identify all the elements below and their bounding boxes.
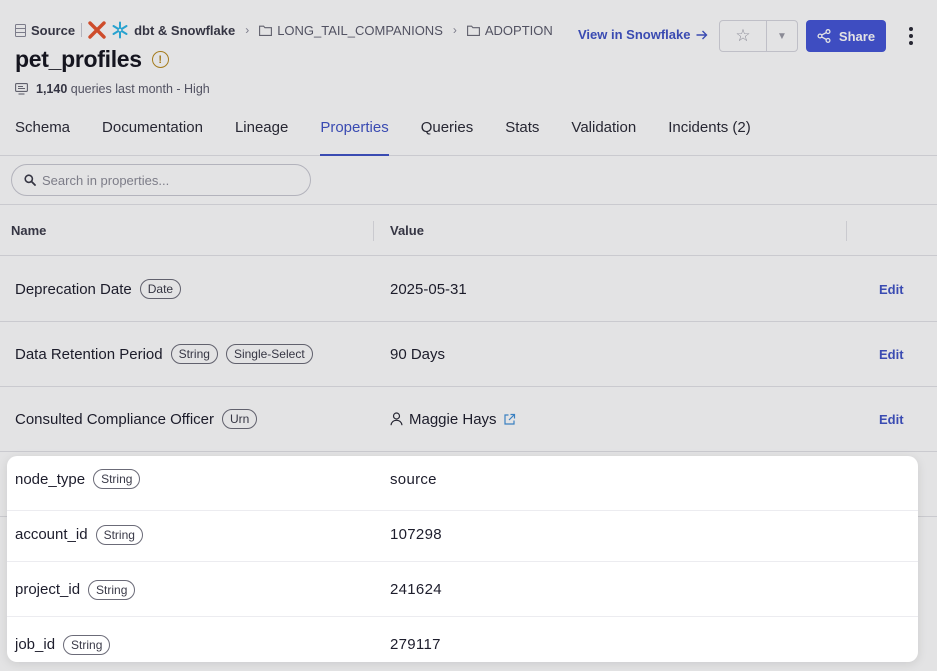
breadcrumb-schema-label: ADOPTION <box>484 22 553 38</box>
external-link-icon[interactable] <box>503 413 516 426</box>
user-icon <box>390 412 403 426</box>
tab-documentation[interactable]: Documentation <box>102 116 203 156</box>
snowflake-logo-icon <box>112 21 128 39</box>
breadcrumb-schema[interactable]: ADOPTION <box>466 22 553 38</box>
edit-button[interactable]: Edit <box>879 387 904 451</box>
property-name: node_type <box>15 470 86 488</box>
property-name: Deprecation Date <box>15 280 132 298</box>
type-chip: Urn <box>221 409 258 429</box>
view-in-snowflake-label: View in Snowflake <box>578 27 691 42</box>
arrow-right-icon <box>696 30 708 39</box>
property-name: account_id <box>15 526 88 543</box>
share-button[interactable]: Share <box>806 20 886 52</box>
property-name: Consulted Compliance Officer <box>15 410 214 428</box>
tab-lineage[interactable]: Lineage <box>235 116 288 156</box>
column-header-value[interactable]: Value <box>390 223 424 238</box>
cardinality-chip: Single-Select <box>225 344 313 364</box>
edit-button[interactable]: Edit <box>879 257 904 321</box>
chevron-right-icon: › <box>245 23 250 37</box>
property-name: job_id <box>15 636 56 653</box>
popover-row: node_type String source <box>7 456 918 511</box>
breadcrumb-integration[interactable]: dbt & Snowflake <box>88 21 235 39</box>
property-value: 2025-05-31 <box>390 280 467 298</box>
tab-stats[interactable]: Stats <box>505 116 539 156</box>
share-button-label: Share <box>838 28 876 44</box>
column-divider[interactable] <box>846 221 847 241</box>
star-icon: ☆ <box>735 26 751 45</box>
property-value: source <box>390 470 437 488</box>
favorite-button[interactable]: ☆ <box>720 21 767 51</box>
page-title: pet_profiles <box>15 46 142 72</box>
property-value: 90 Days <box>390 345 446 363</box>
property-name: project_id <box>15 581 81 598</box>
breadcrumb-divider <box>81 23 83 37</box>
table-header: Name Value <box>0 204 937 256</box>
caret-down-icon: ▼ <box>777 30 787 42</box>
properties-popover: node_type String source account_id Strin… <box>7 456 918 662</box>
share-icon <box>817 29 831 43</box>
table-row: Consulted Compliance Officer Urn Maggie … <box>0 387 937 452</box>
edit-button[interactable]: Edit <box>879 322 904 386</box>
query-count: 1,140 <box>36 82 68 96</box>
tab-incidents[interactable]: Incidents (2) <box>668 116 751 156</box>
table-icon <box>15 23 26 37</box>
breadcrumb-integration-label: dbt & Snowflake <box>134 22 236 38</box>
favorite-dropdown-button[interactable]: ▼ <box>767 21 797 51</box>
popover-row: account_id String 107298 <box>7 507 918 562</box>
column-divider[interactable] <box>373 221 374 241</box>
tab-bar: Schema Documentation Lineage Properties … <box>15 116 783 156</box>
type-chip: String <box>93 469 141 489</box>
property-value: Maggie Hays <box>409 410 497 428</box>
type-chip: String <box>88 579 136 600</box>
search-icon <box>24 174 36 186</box>
table-row: Deprecation Date Date 2025-05-31 Edit <box>0 257 937 322</box>
type-chip: String <box>63 634 111 655</box>
breadcrumb-source[interactable]: Source <box>15 23 75 38</box>
popover-row: job_id String 279117 <box>7 617 918 662</box>
type-chip: String <box>170 344 218 364</box>
type-chip: Date <box>139 279 182 299</box>
folder-icon <box>259 25 273 36</box>
query-usage-text: queries last month - High <box>70 82 210 96</box>
search-input[interactable]: Search in properties... <box>42 173 169 188</box>
popover-row: project_id String 241624 <box>7 562 918 617</box>
asset-header: Source dbt & Snowflake › LONG_TAIL_COMPA… <box>0 0 937 156</box>
dbt-logo-icon <box>88 21 106 39</box>
monitor-icon <box>15 83 28 95</box>
favorite-button-group: ☆ ▼ <box>719 20 798 52</box>
query-usage: 1,140 queries last month - High <box>15 82 210 96</box>
property-value: 241624 <box>390 581 442 598</box>
tab-queries[interactable]: Queries <box>421 116 474 156</box>
tab-properties[interactable]: Properties <box>320 116 390 156</box>
property-value: 107298 <box>390 526 442 543</box>
property-value: 279117 <box>390 636 441 653</box>
more-options-icon[interactable] <box>901 24 921 48</box>
chevron-right-icon: › <box>452 23 457 37</box>
table-row: Data Retention Period String Single-Sele… <box>0 322 937 387</box>
properties-search[interactable]: Search in properties... <box>11 164 311 196</box>
tab-schema[interactable]: Schema <box>15 116 70 156</box>
breadcrumb: Source dbt & Snowflake › LONG_TAIL_COMPA… <box>15 18 553 42</box>
user-value[interactable]: Maggie Hays <box>390 387 516 451</box>
type-chip: String <box>95 524 143 545</box>
property-name: Data Retention Period <box>15 345 163 363</box>
title-row: pet_profiles ! <box>15 46 169 73</box>
info-icon[interactable]: ! <box>151 51 169 68</box>
folder-icon <box>466 25 480 36</box>
column-header-name[interactable]: Name <box>11 223 46 238</box>
breadcrumb-source-label: Source <box>31 22 76 38</box>
breadcrumb-database[interactable]: LONG_TAIL_COMPANIONS <box>259 23 443 38</box>
breadcrumb-database-label: LONG_TAIL_COMPANIONS <box>277 22 443 38</box>
tab-validation[interactable]: Validation <box>571 116 636 156</box>
view-in-snowflake-link[interactable]: View in Snowflake <box>578 27 708 42</box>
